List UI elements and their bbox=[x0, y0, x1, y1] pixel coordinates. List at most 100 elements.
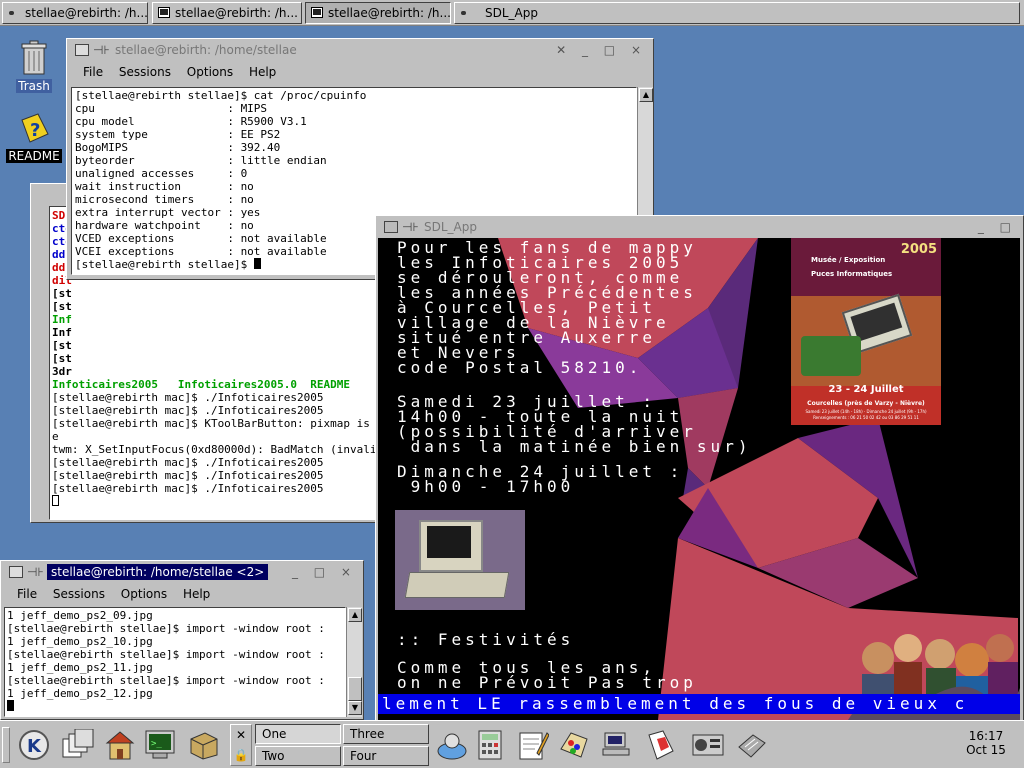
package-manager-button[interactable] bbox=[184, 725, 224, 765]
scroll-down-button[interactable]: ▼ bbox=[348, 701, 362, 715]
windows-list-button[interactable] bbox=[58, 725, 98, 765]
terminal-line: [stellae@rebirth mac]$ ./Infoticaires200… bbox=[52, 482, 324, 495]
pin-icon[interactable]: ⊣⊦ bbox=[402, 221, 419, 233]
kde-logo-icon: K bbox=[19, 730, 49, 760]
trash-label: Trash bbox=[16, 79, 52, 93]
terminal-line: [stellae@rebirth mac]$ ./Infoticaires200… bbox=[52, 391, 324, 404]
window-titlebar[interactable]: ⊣⊦ stellae@rebirth: /home/stellae ✕ _ □ … bbox=[69, 41, 651, 59]
task-button-terminal-3[interactable]: stellae@rebirth: /h... bbox=[305, 2, 451, 24]
scrollbar[interactable]: ▲ ▼ bbox=[346, 607, 362, 717]
window-terminal-2[interactable]: ⊣⊦ stellae@rebirth: /home/stellae <2> _ … bbox=[0, 560, 364, 720]
clock[interactable]: 16:17 Oct 15 bbox=[950, 729, 1022, 757]
home-button[interactable] bbox=[100, 725, 140, 765]
menu-options[interactable]: Options bbox=[121, 587, 167, 601]
terminal-line: 1 jeff_demo_ps2_11.jpg bbox=[7, 661, 153, 674]
document-viewer-button[interactable] bbox=[640, 725, 680, 765]
cpuinfo-row: byteorder : little endian bbox=[75, 154, 327, 167]
terminal-line: 1 jeff_demo_ps2_10.jpg bbox=[7, 635, 153, 648]
scroll-up-button[interactable]: ▲ bbox=[348, 608, 362, 622]
menu-file[interactable]: File bbox=[17, 587, 37, 601]
trash-desktop-icon[interactable]: Trash bbox=[12, 40, 56, 93]
svg-text:K: K bbox=[27, 736, 42, 757]
sunday-schedule-text: Dimanche 24 juillet : 9h00 - 17h00 bbox=[397, 464, 683, 495]
lock-screen-icon[interactable]: 🔒 bbox=[231, 745, 251, 765]
clock-date: Oct 15 bbox=[966, 743, 1006, 757]
desktop-one[interactable]: One bbox=[255, 724, 341, 744]
app-icon bbox=[384, 221, 398, 233]
menu-help[interactable]: Help bbox=[249, 65, 276, 79]
pin-icon[interactable]: ⊣⊦ bbox=[27, 566, 44, 578]
menu-help[interactable]: Help bbox=[183, 587, 210, 601]
top-taskbar: stellae@rebirth: /h... stellae@rebirth: … bbox=[0, 0, 1024, 26]
terminal-button[interactable]: >_ bbox=[140, 725, 180, 765]
vintage-computer-photo bbox=[395, 510, 525, 610]
window-titlebar[interactable]: ⊣⊦ stellae@rebirth: /home/stellae <2> _ … bbox=[3, 563, 361, 581]
desktop-four[interactable]: Four bbox=[343, 746, 429, 766]
terminal-output[interactable]: 1 jeff_demo_ps2_09.jpg [stellae@rebirth s… bbox=[4, 607, 346, 717]
poster-info: Samedi 23 juillet (14h - 18h) · Dimanche… bbox=[805, 409, 927, 414]
document-icon bbox=[648, 730, 674, 760]
desktop-three[interactable]: Three bbox=[343, 724, 429, 744]
event-intro-text: Pour les fans de mappy les Infoticaires 2… bbox=[397, 240, 697, 377]
cpuinfo-row: unaligned accesses : 0 bbox=[75, 167, 248, 180]
menu-sessions[interactable]: Sessions bbox=[53, 587, 105, 601]
clock-time: 16:17 bbox=[968, 729, 1004, 743]
terminal-line: Inf bbox=[52, 326, 72, 339]
menu-sessions[interactable]: Sessions bbox=[119, 65, 171, 79]
poster-phones: Renseignements : 06 21 50 02 42 ou 03 86… bbox=[813, 415, 919, 420]
help-center-button[interactable] bbox=[432, 725, 472, 765]
panel-handle[interactable] bbox=[2, 727, 10, 763]
text-editor-button[interactable] bbox=[512, 725, 552, 765]
menu-options[interactable]: Options bbox=[187, 65, 233, 79]
sdl-text-line: code Postal 58210. bbox=[397, 358, 643, 377]
task-label: stellae@rebirth: /h... bbox=[328, 6, 451, 20]
window-controls[interactable]: ✕ _ □ × bbox=[556, 41, 647, 59]
task-button-sdl-app[interactable]: SDL_App bbox=[454, 2, 1020, 24]
terminal-line: [stellae@rebirth stellae]$ cat /proc/cpu… bbox=[75, 89, 367, 102]
tree-image bbox=[801, 336, 861, 376]
task-button-terminal-2[interactable]: stellae@rebirth: /h... bbox=[152, 2, 302, 24]
close-panel-icon[interactable]: ✕ bbox=[231, 725, 251, 745]
paint-button[interactable] bbox=[554, 725, 594, 765]
text-cursor bbox=[253, 258, 261, 269]
window-title: stellae@rebirth: /home/stellae <2> bbox=[47, 564, 269, 580]
festivites-text: Comme tous les ans, on ne Prévoit Pas tro… bbox=[397, 660, 697, 691]
package-icon bbox=[190, 732, 218, 760]
window-controls[interactable]: _ □ × bbox=[292, 563, 357, 581]
trash-icon bbox=[21, 40, 47, 75]
task-label: SDL_App bbox=[485, 6, 538, 20]
network-button[interactable] bbox=[598, 725, 638, 765]
mixer-button[interactable] bbox=[688, 725, 728, 765]
window-titlebar[interactable]: ⊣⊦ SDL_App _ □ bbox=[378, 218, 1021, 236]
settings-button[interactable] bbox=[732, 725, 772, 765]
terminal-icon bbox=[9, 566, 23, 578]
terminal-line: [stellae@rebirth mac]$ ./Infoticaires200… bbox=[52, 456, 324, 469]
sdl-canvas[interactable]: Pour les fans de mappy les Infoticaires 2… bbox=[378, 238, 1020, 720]
scroll-thumb[interactable] bbox=[348, 677, 362, 701]
readme-label: README bbox=[6, 149, 62, 163]
scroll-up-button[interactable]: ▲ bbox=[639, 88, 653, 102]
readme-desktop-icon[interactable]: ? README bbox=[6, 112, 62, 163]
window-controls[interactable]: _ □ bbox=[978, 218, 1017, 236]
window-title: SDL_App bbox=[424, 220, 477, 234]
pin-icon[interactable]: ⊣⊦ bbox=[93, 44, 110, 56]
calculator-button[interactable] bbox=[470, 725, 510, 765]
terminal-icon bbox=[311, 7, 323, 18]
menubar: File Sessions Options Help bbox=[69, 61, 651, 83]
terminal-screen-icon: >_ bbox=[145, 730, 175, 759]
event-poster: 2005 Musée / Exposition Puces Informatiq… bbox=[791, 238, 941, 425]
poster-year: 2005 bbox=[900, 242, 937, 257]
cpuinfo-row: cpu model : R5900 V3.1 bbox=[75, 115, 307, 128]
terminal-line: [st bbox=[52, 300, 72, 313]
scroller-text: lement LE rassemblement des fous de vieu… bbox=[382, 694, 969, 713]
terminal-line: [stellae@rebirth stellae]$ import -windo… bbox=[7, 622, 325, 635]
window-list-icon bbox=[62, 729, 94, 758]
cpuinfo-row: BogoMIPS : 392.40 bbox=[75, 141, 281, 154]
menu-file[interactable]: File bbox=[83, 65, 103, 79]
task-button-terminal-1[interactable]: stellae@rebirth: /h... bbox=[2, 2, 148, 24]
text-cursor bbox=[52, 495, 59, 506]
desktop-two[interactable]: Two bbox=[255, 746, 341, 766]
kde-menu-button[interactable]: K bbox=[14, 725, 54, 765]
lifebuoy-icon bbox=[437, 733, 467, 760]
cpuinfo-row: microsecond timers : no bbox=[75, 193, 254, 206]
